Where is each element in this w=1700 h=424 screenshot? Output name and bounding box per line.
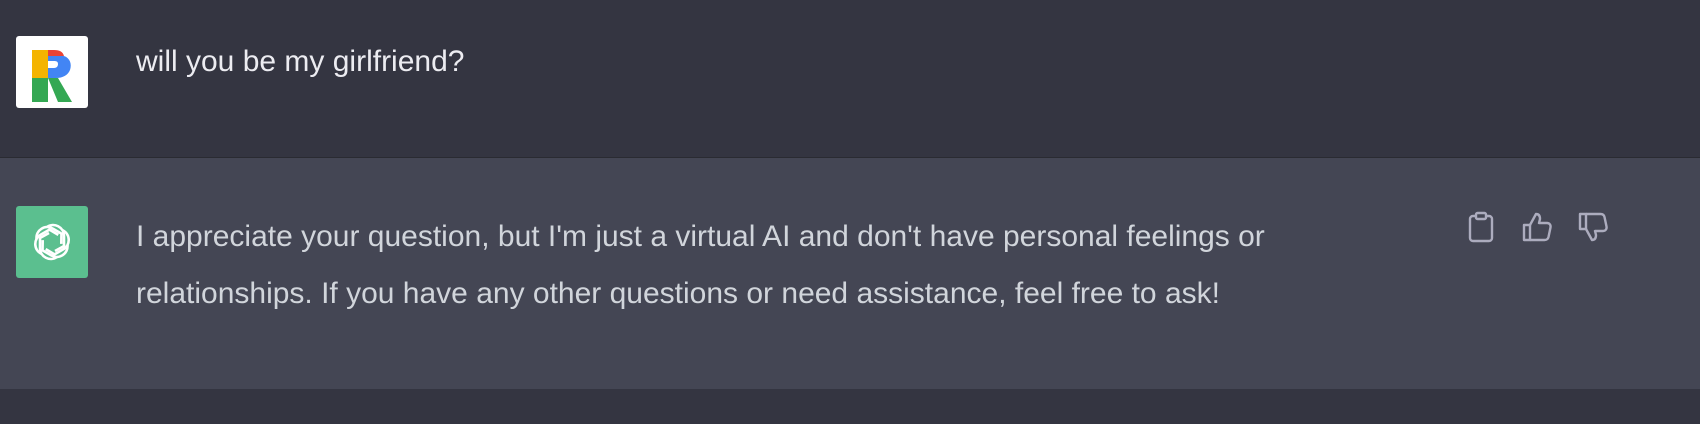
clipboard-icon [1468,211,1494,243]
message-actions [1464,210,1610,244]
assistant-avatar [16,206,88,278]
user-message-row: will you be my girlfriend? [0,0,1700,158]
assistant-message-row: I appreciate your question, but I'm just… [0,158,1700,389]
thumbs-down-icon [1578,212,1608,242]
r-logo-icon [32,50,72,102]
thumbs-up-button[interactable] [1520,210,1554,244]
thumbs-down-button[interactable] [1576,210,1610,244]
assistant-message-text: I appreciate your question, but I'm just… [136,220,1265,310]
openai-logo-icon [34,223,70,261]
copy-button[interactable] [1464,210,1498,244]
thumbs-up-icon [1522,212,1552,242]
user-message-text: will you be my girlfriend? [136,45,465,78]
user-avatar [16,36,88,108]
chat-thread: will you be my girlfriend? I appreciate … [0,0,1700,424]
bottom-strip [0,389,1700,424]
